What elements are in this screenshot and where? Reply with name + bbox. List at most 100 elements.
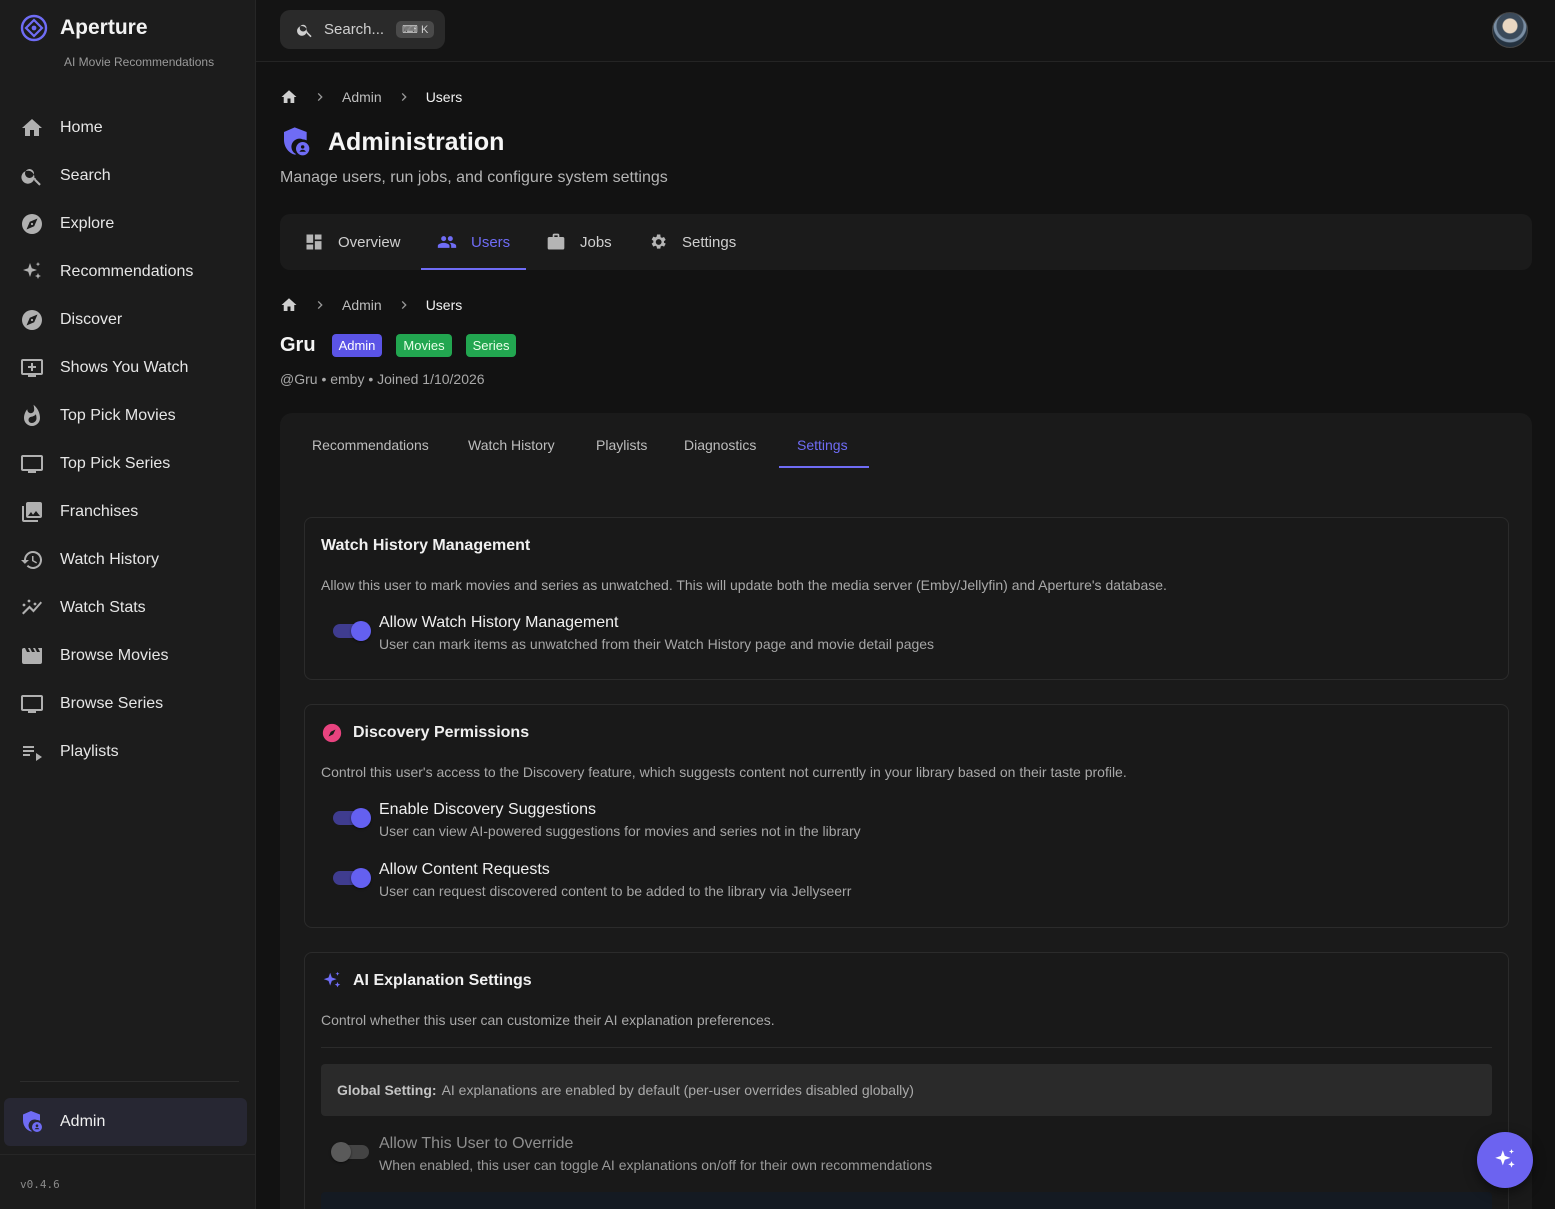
user-meta: @Gru • emby • Joined 1/10/2026 [280,371,485,387]
stats-icon [22,599,42,615]
sidebar-item-discover[interactable]: Discover [0,296,255,344]
tab-users[interactable]: Users [420,214,527,270]
sidebar-item-top-pick-movies[interactable]: Top Pick Movies [0,392,255,440]
user-breadcrumb: Admin Users [280,296,462,314]
sidebar-item-label: Admin [60,1113,106,1130]
page-subtitle: Manage users, run jobs, and configure sy… [280,169,668,186]
breadcrumb: Admin Users [280,88,462,106]
tab-label: Settings [682,233,737,251]
global-search-button[interactable]: Search... ⌨ K [280,10,445,49]
sidebar-item-recommendations[interactable]: Recommendations [0,248,255,296]
toggle-label: Allow Content Requests [379,861,550,878]
global-setting-label: Global Setting: [337,1082,437,1098]
tab-recommendations[interactable]: Recommendations [312,437,429,453]
tab-watch-history[interactable]: Watch History [468,437,555,453]
tab-label: Overview [338,233,401,251]
app-version: v0.4.6 [20,1178,60,1191]
briefcase-icon [547,233,565,250]
tab-diagnostics[interactable]: Diagnostics [684,437,756,453]
gear-icon [651,234,666,249]
sidebar-item-playlists[interactable]: Playlists [0,728,255,776]
toggle-label: Allow This User to Override [379,1135,574,1152]
sidebar-item-label: Recommendations [60,263,194,280]
sidebar-item-shows-you-watch[interactable]: Shows You Watch [0,344,255,392]
sidebar-divider [20,1081,239,1082]
chevron-right-icon [401,301,407,309]
search-placeholder: Search... [324,21,385,38]
card-title: AI Explanation Settings [353,972,532,989]
badge-series: Series [465,334,517,357]
allow-watch-history-toggle[interactable] [333,621,371,641]
breadcrumb-admin[interactable]: Admin [342,297,382,313]
tab-user-settings[interactable]: Settings [797,437,848,453]
card-divider [321,1047,1492,1048]
breadcrumb-users[interactable]: Users [426,297,463,313]
user-avatar[interactable] [1492,12,1528,48]
allow-content-requests-toggle[interactable] [333,868,371,888]
sidebar-item-top-pick-series[interactable]: Top Pick Series [0,440,255,488]
sidebar-item-browse-series[interactable]: Browse Series [0,680,255,728]
tv-icon [21,455,43,473]
topbar: Search... ⌨ K [256,0,1555,62]
allow-override-toggle[interactable] [331,1142,369,1162]
watch-history-card: Watch History Management Allow this user… [304,517,1509,680]
sidebar-item-label: Home [60,119,103,136]
breadcrumb-users: Users [425,89,463,105]
sidebar-item-label: Explore [60,215,115,232]
home-icon[interactable] [280,88,298,106]
sidebar-item-explore[interactable]: Explore [0,200,255,248]
ai-assistant-button[interactable] [1477,1132,1533,1188]
chevron-right-icon [317,301,323,309]
toggle-help: User can mark items as unwatched from th… [379,636,935,652]
keyboard-shortcut-badge: ⌨ K [396,21,435,38]
tab-overview[interactable]: Overview [304,214,401,270]
tab-settings[interactable]: Settings [648,214,736,270]
chevron-right-icon [401,93,407,101]
sparkles-icon [323,971,341,988]
sidebar-item-label: Top Pick Movies [60,407,176,424]
tab-label: Jobs [580,233,612,251]
enable-discovery-toggle[interactable] [333,808,371,828]
info-alert [321,1192,1492,1209]
user-header: Gru Admin Movies Series [280,334,530,357]
tab-playlists[interactable]: Playlists [596,437,647,453]
card-title-row: Discovery Permissions [321,722,529,744]
tab-jobs[interactable]: Jobs [546,214,612,270]
sidebar-item-watch-history[interactable]: Watch History [0,536,255,584]
page-title: Administration [280,126,504,158]
sidebar-item-label: Discover [60,311,123,328]
sidebar-item-franchises[interactable]: Franchises [0,488,255,536]
card-title: Watch History Management [321,537,531,554]
sidebar: Aperture AI Movie Recommendations Home S… [0,0,256,1209]
history-icon [21,550,43,569]
sidebar-nav: Home Search Explore Recommendations Disc… [0,104,255,776]
sidebar-item-home[interactable]: Home [0,104,255,152]
brand[interactable]: Aperture [20,14,148,42]
global-setting-notice: Global Setting: AI explanations are enab… [321,1064,1492,1116]
admin-tabs: Overview Users Jobs Settings [280,214,1532,270]
card-description: Control this user's access to the Discov… [321,764,1127,780]
ai-explanation-card: AI Explanation Settings Control whether … [304,952,1509,1209]
sidebar-item-label: Shows You Watch [60,359,189,376]
flame-icon [24,404,40,426]
sidebar-item-watch-stats[interactable]: Watch Stats [0,584,255,632]
sidebar-footer-divider [0,1154,255,1155]
sidebar-item-search[interactable]: Search [0,152,255,200]
sidebar-item-label: Top Pick Series [60,455,171,472]
tab-label: Users [471,233,511,251]
toggle-label: Enable Discovery Suggestions [379,801,597,818]
sidebar-item-label: Watch History [60,551,159,568]
admin-shield-icon [284,127,310,156]
discovery-card: Discovery Permissions Control this user'… [304,704,1509,928]
sidebar-item-browse-movies[interactable]: Browse Movies [0,632,255,680]
badge-movies: Movies [396,334,452,357]
sidebar-item-admin[interactable]: Admin [4,1098,247,1146]
main-content: Admin Users Administration Manage users,… [256,62,1555,1209]
brand-name: Aperture [60,16,148,39]
sparkles-icon [1495,1149,1515,1168]
home-icon[interactable] [280,296,298,314]
photo-library-icon [22,502,42,522]
user-detail-panel: Recommendations Watch History Playlists … [280,413,1532,1209]
film-icon [22,648,42,664]
breadcrumb-admin[interactable]: Admin [342,89,382,105]
